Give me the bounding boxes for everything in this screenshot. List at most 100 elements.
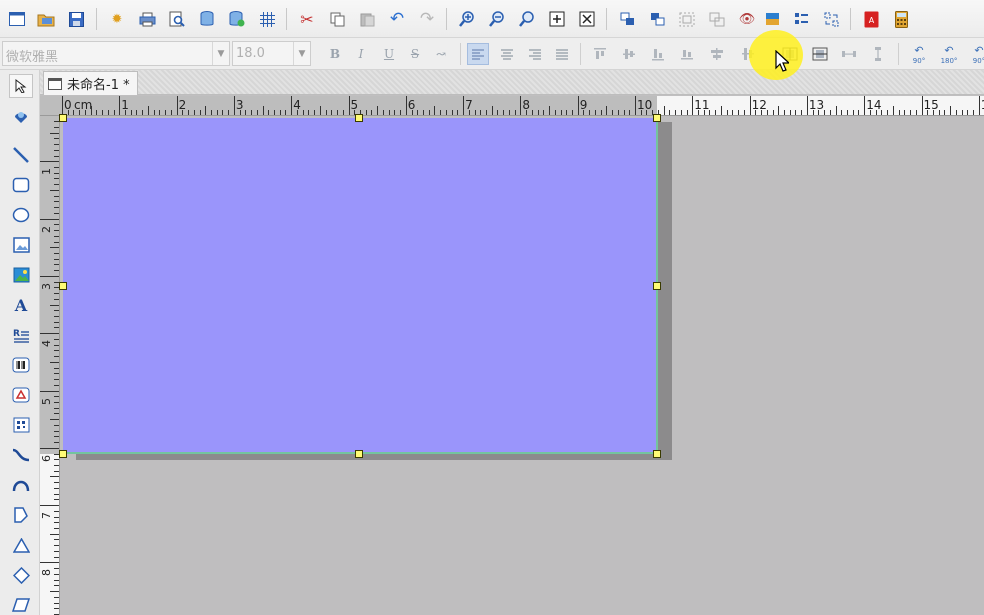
resize-handle-top-left[interactable] (59, 114, 67, 122)
ruler-tick (113, 110, 115, 115)
font-size-combobox[interactable]: 18.0 ▼ (232, 41, 311, 66)
ruler-tick (54, 413, 59, 415)
rotate-270-label: 90° (972, 56, 984, 65)
fit-page-icon[interactable] (546, 8, 568, 30)
grid-icon[interactable] (256, 8, 278, 30)
align-baseline-icon[interactable] (676, 43, 698, 65)
ruler-tick (54, 207, 59, 209)
print-preview-icon[interactable] (166, 8, 188, 30)
select-pointer-icon[interactable] (9, 74, 33, 98)
save-icon[interactable] (65, 8, 87, 30)
distribute-icon[interactable] (820, 8, 842, 30)
bold-button[interactable]: B (324, 43, 346, 65)
align-right-icon[interactable] (524, 43, 546, 65)
open-folder-icon[interactable] (35, 8, 57, 30)
resize-handle-top[interactable] (355, 114, 363, 122)
ruler-tick (766, 110, 768, 115)
rotate-180-button[interactable]: ↶ 180° (938, 43, 960, 65)
qrcode-tool-icon[interactable] (9, 383, 33, 407)
redo-icon[interactable]: ↷ (416, 8, 438, 30)
pan-hand-icon[interactable] (9, 104, 33, 128)
datamatrix-tool-icon[interactable] (9, 413, 33, 437)
distribute-horizontal-icon[interactable] (706, 43, 728, 65)
picture-tool-icon[interactable] (9, 263, 33, 287)
image-frame-tool-icon[interactable] (9, 233, 33, 257)
paste-icon[interactable] (356, 8, 378, 30)
ungroup-icon[interactable] (706, 8, 728, 30)
align-icon[interactable] (790, 8, 812, 30)
ellipse-tool-icon[interactable] (9, 203, 33, 227)
align-middle-icon[interactable] (618, 43, 640, 65)
ruler-tick (54, 522, 59, 524)
line-tool-icon[interactable] (9, 143, 33, 167)
parallelogram-tool-icon[interactable] (9, 593, 33, 615)
underline-button[interactable]: U (378, 43, 400, 65)
ruler-tick (54, 545, 59, 547)
zoom-in-icon[interactable] (456, 8, 478, 30)
calculator-icon[interactable] (890, 8, 912, 30)
resize-handle-bottom-left[interactable] (59, 450, 67, 458)
label-page[interactable] (63, 118, 658, 454)
database-connect-icon[interactable] (226, 8, 248, 30)
full-screen-icon[interactable] (576, 8, 598, 30)
print-icon[interactable] (136, 8, 158, 30)
resize-handle-left[interactable] (59, 282, 67, 290)
italic-button[interactable]: I (350, 43, 372, 65)
new-window-icon[interactable] (6, 8, 28, 30)
lock-icon[interactable] (761, 8, 783, 30)
ruler-tick (136, 110, 138, 115)
align-top-edge-icon[interactable] (589, 43, 611, 65)
rounded-rect-tool-icon[interactable] (9, 173, 33, 197)
design-canvas[interactable] (59, 114, 984, 615)
svg-text:A: A (868, 16, 874, 25)
text-tool-icon[interactable]: A (9, 293, 33, 317)
chevron-down-icon[interactable]: ▼ (293, 42, 310, 65)
tab-document[interactable]: 未命名-1 * (43, 71, 138, 95)
polygon-tool-icon[interactable] (9, 503, 33, 527)
ruler-tick (887, 110, 889, 115)
same-width-icon[interactable] (838, 43, 860, 65)
undo-icon[interactable]: ↶ (386, 8, 408, 30)
mouse-cursor-icon (775, 49, 791, 76)
diamond-tool-icon[interactable] (9, 563, 33, 587)
ruler-tick (325, 110, 327, 115)
align-left-icon[interactable] (467, 43, 489, 65)
send-back-icon[interactable] (646, 8, 668, 30)
ruler-tick (170, 110, 172, 115)
rich-text-tool-icon[interactable]: R (9, 323, 33, 347)
cut-icon[interactable]: ✂ (296, 8, 318, 30)
arc-tool-icon[interactable] (9, 473, 33, 497)
resize-handle-right[interactable] (653, 282, 661, 290)
visibility-icon[interactable]: 👁 (736, 8, 758, 30)
triangle-tool-icon[interactable] (9, 533, 33, 557)
resize-handle-top-right[interactable] (653, 114, 661, 122)
ruler-tick (54, 516, 59, 518)
rotate-270-button[interactable]: ↶ 90° (968, 43, 984, 65)
font-name-combobox[interactable]: 微软雅黑 ▼ (2, 41, 230, 66)
zoom-fit-icon[interactable] (516, 8, 538, 30)
ruler-tick (308, 110, 310, 115)
zoom-out-icon[interactable] (486, 8, 508, 30)
ruler-tick (54, 270, 59, 272)
database-icon[interactable] (196, 8, 218, 30)
barcode-tool-icon[interactable] (9, 353, 33, 377)
align-bottom-edge-icon[interactable] (647, 43, 669, 65)
strikethrough-button[interactable]: S (404, 43, 426, 65)
group-icon[interactable] (676, 8, 698, 30)
align-center-icon[interactable] (496, 43, 518, 65)
chevron-down-icon[interactable]: ▼ (212, 42, 229, 65)
ruler-tick (54, 230, 59, 232)
rotate-90-button[interactable]: ↶ 90° (908, 43, 930, 65)
curve-tool-icon[interactable] (9, 443, 33, 467)
pdf-export-icon[interactable]: A (860, 8, 882, 30)
bring-front-icon[interactable] (616, 8, 638, 30)
resize-handle-bottom[interactable] (355, 450, 363, 458)
same-height-icon[interactable] (867, 43, 889, 65)
justify-icon[interactable] (551, 43, 573, 65)
text-effect-icon[interactable]: ↝ (430, 43, 452, 65)
copy-icon[interactable] (326, 8, 348, 30)
ruler-label: 7 (40, 512, 53, 520)
settings-gear-icon[interactable]: ✹ (106, 8, 128, 30)
resize-handle-bottom-right[interactable] (653, 450, 661, 458)
center-vertical-icon[interactable] (809, 43, 831, 65)
